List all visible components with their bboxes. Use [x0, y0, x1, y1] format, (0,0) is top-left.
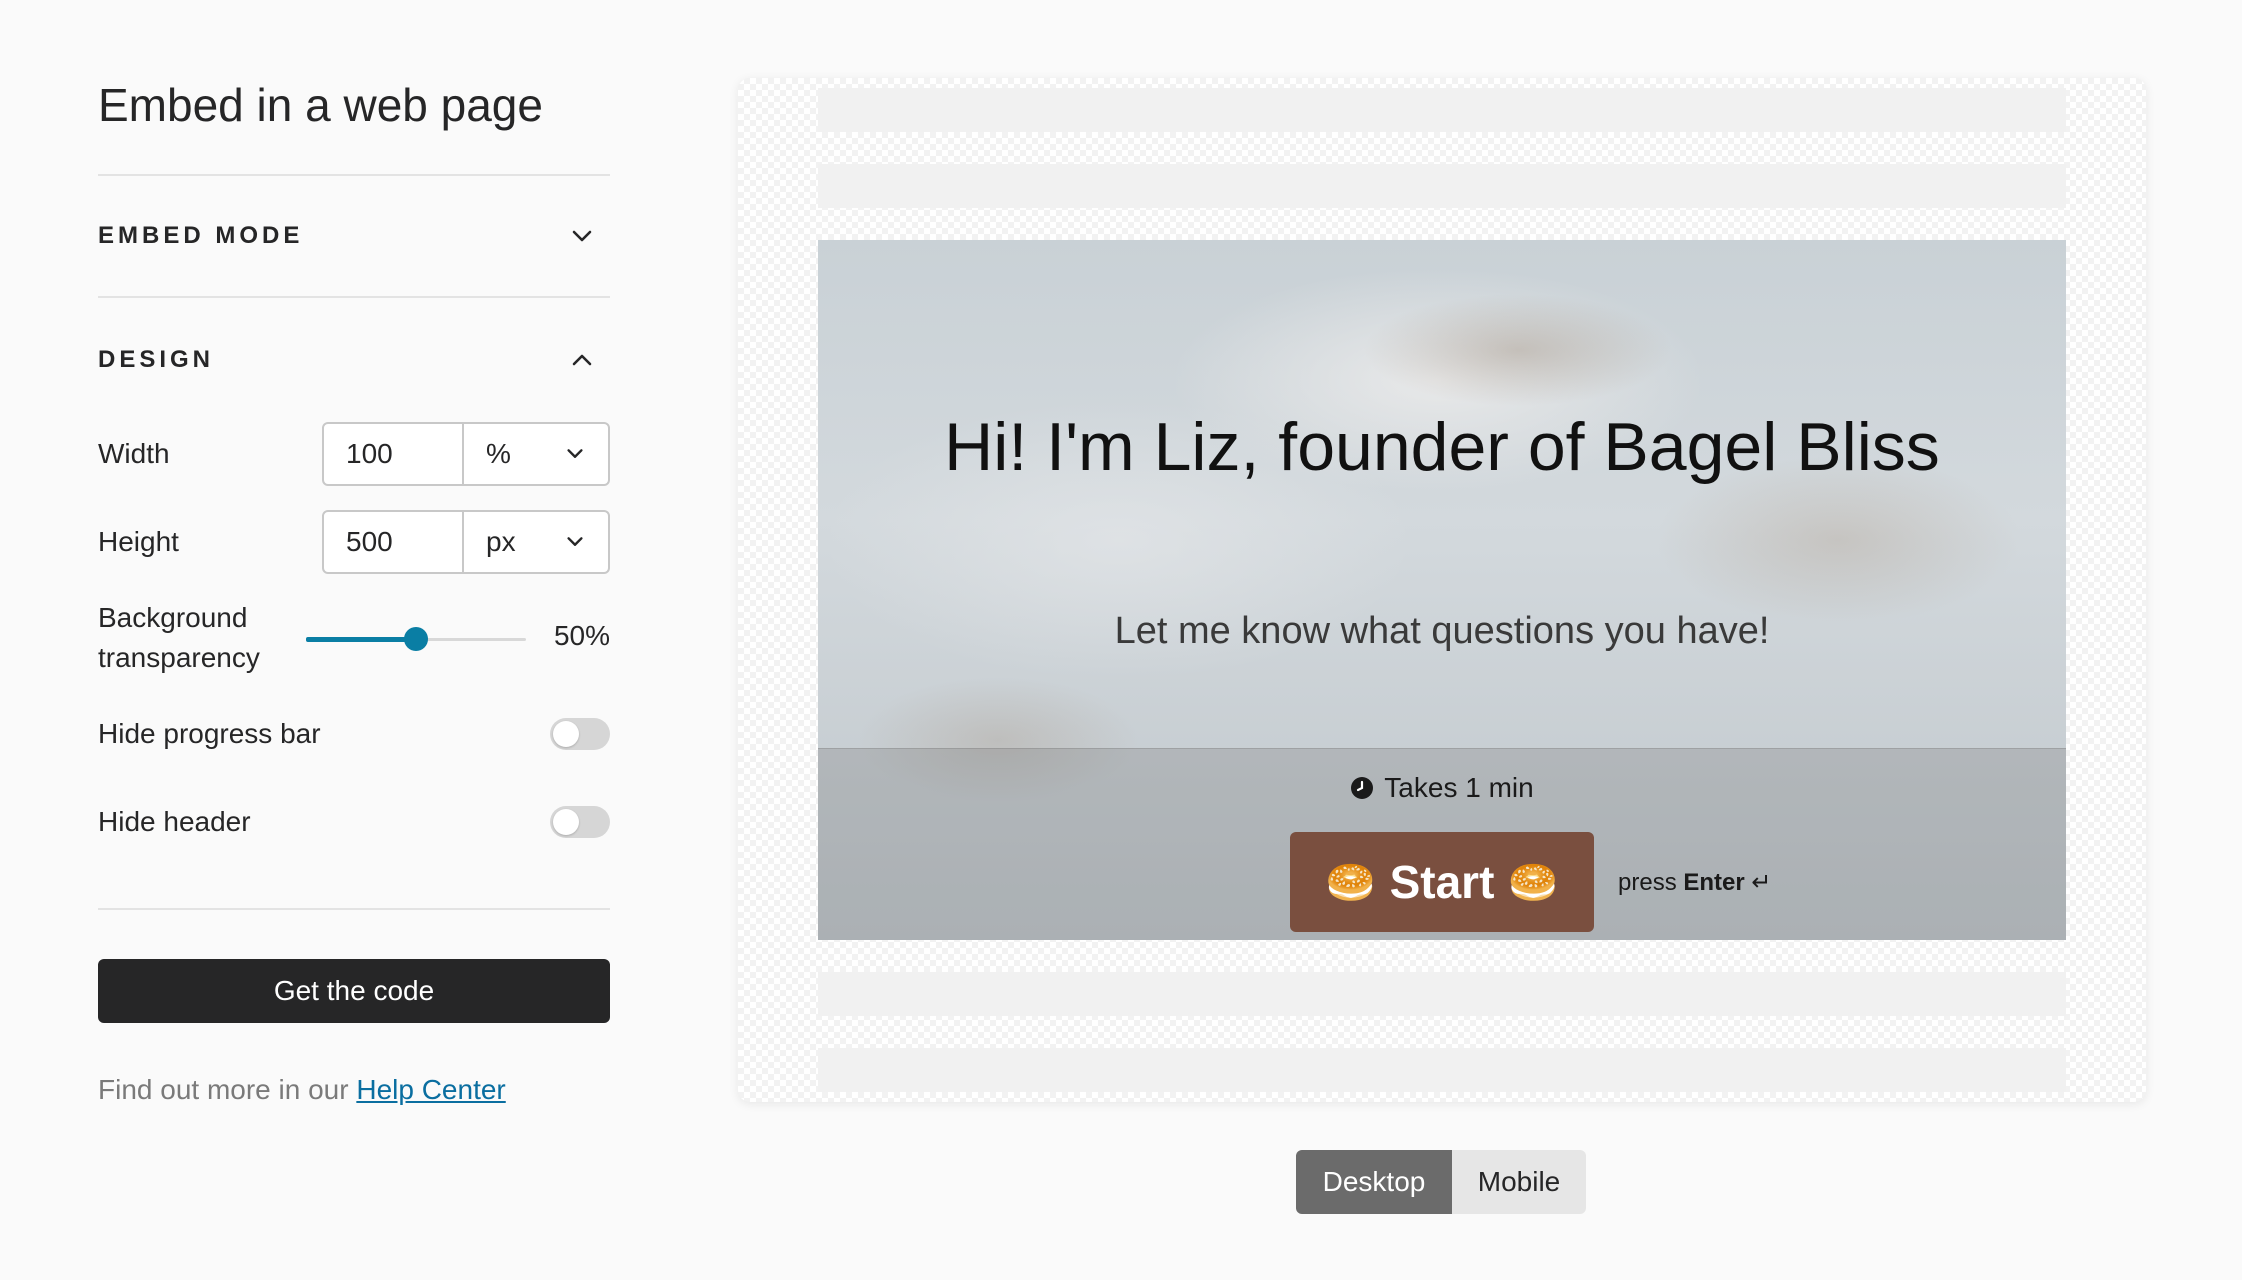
transparency-label: Background transparency [98, 602, 260, 673]
divider [98, 908, 610, 910]
embed-preview: Hi! I'm Liz, founder of Bagel Bliss Let … [738, 78, 2146, 1102]
height-label: Height [98, 526, 179, 557]
embed-mode-section-toggle[interactable]: EMBED MODE [98, 206, 610, 266]
enter-icon: ↵ [1751, 868, 1772, 896]
height-unit-select[interactable]: px [464, 512, 608, 572]
divider [98, 296, 610, 298]
placeholder-bar [818, 1048, 2066, 1092]
hide-header-row: Hide header [98, 802, 610, 842]
press-key: Enter [1683, 868, 1745, 896]
embed-mode-label: EMBED MODE [98, 222, 304, 249]
transparency-row: Background transparency 50% [98, 598, 610, 682]
form-subtitle: Let me know what questions you have! [1114, 610, 1770, 652]
help-center-link[interactable]: Help Center [356, 1074, 505, 1105]
slider-fill [306, 637, 416, 642]
duration-info: Takes 1 min [818, 772, 2066, 804]
desktop-tab[interactable]: Desktop [1296, 1150, 1452, 1214]
device-toggle: Desktop Mobile [1296, 1150, 1586, 1214]
toggle-knob [553, 721, 579, 747]
width-row: Width % [98, 422, 610, 486]
get-code-button[interactable]: Get the code [98, 959, 610, 1023]
form-title: Hi! I'm Liz, founder of Bagel Bliss [944, 409, 1940, 485]
width-unit-value: % [486, 438, 511, 469]
mobile-tab[interactable]: Mobile [1452, 1150, 1586, 1214]
design-section-toggle[interactable]: DESIGN [98, 330, 610, 390]
hide-header-label: Hide header [98, 806, 251, 837]
width-label: Width [98, 438, 170, 469]
design-label: DESIGN [98, 346, 215, 373]
press-enter-hint: press Enter ↵ [1618, 868, 1856, 897]
hide-progress-label: Hide progress bar [98, 718, 321, 749]
bagel-icon: 🥯 [1325, 860, 1376, 905]
hide-header-toggle[interactable] [550, 806, 610, 838]
clock-icon [1351, 777, 1374, 799]
chevron-down-icon [568, 222, 596, 250]
page-title: Embed in a web page [98, 79, 543, 131]
duration-text: Takes 1 min [1384, 772, 1534, 803]
chevron-up-icon [568, 346, 596, 374]
width-control: % [322, 422, 610, 486]
bagel-icon: 🥯 [1508, 860, 1559, 905]
start-row: 🥯 Start 🥯 press Enter ↵ [818, 832, 2066, 932]
height-input[interactable] [324, 512, 464, 572]
height-control: px [322, 510, 610, 574]
start-label: Start [1389, 856, 1495, 908]
hide-progress-toggle[interactable] [550, 718, 610, 750]
press-prefix: press [1618, 868, 1684, 896]
form-preview: Hi! I'm Liz, founder of Bagel Bliss Let … [818, 240, 2066, 940]
width-unit-select[interactable]: % [464, 424, 608, 484]
toggle-knob [553, 809, 579, 835]
slider-thumb[interactable] [404, 627, 428, 651]
placeholder-bar [818, 972, 2066, 1016]
height-unit-value: px [486, 526, 516, 557]
help-prefix: Find out more in our [98, 1074, 357, 1105]
help-text: Find out more in our Help Center [98, 1074, 506, 1106]
embed-settings-page: Embed in a web page EMBED MODE DESIGN Wi… [0, 0, 2242, 1280]
transparency-value: 50% [553, 620, 610, 651]
hide-progress-row: Hide progress bar [98, 714, 610, 754]
width-input[interactable] [324, 424, 464, 484]
chevron-down-icon [567, 449, 583, 458]
chevron-down-icon [567, 537, 583, 546]
height-row: Height px [98, 510, 610, 574]
placeholder-bar [818, 88, 2066, 132]
placeholder-bar [818, 164, 2066, 208]
transparency-slider[interactable] [306, 627, 526, 651]
divider [98, 174, 610, 176]
start-button[interactable]: 🥯 Start 🥯 [1290, 832, 1594, 932]
